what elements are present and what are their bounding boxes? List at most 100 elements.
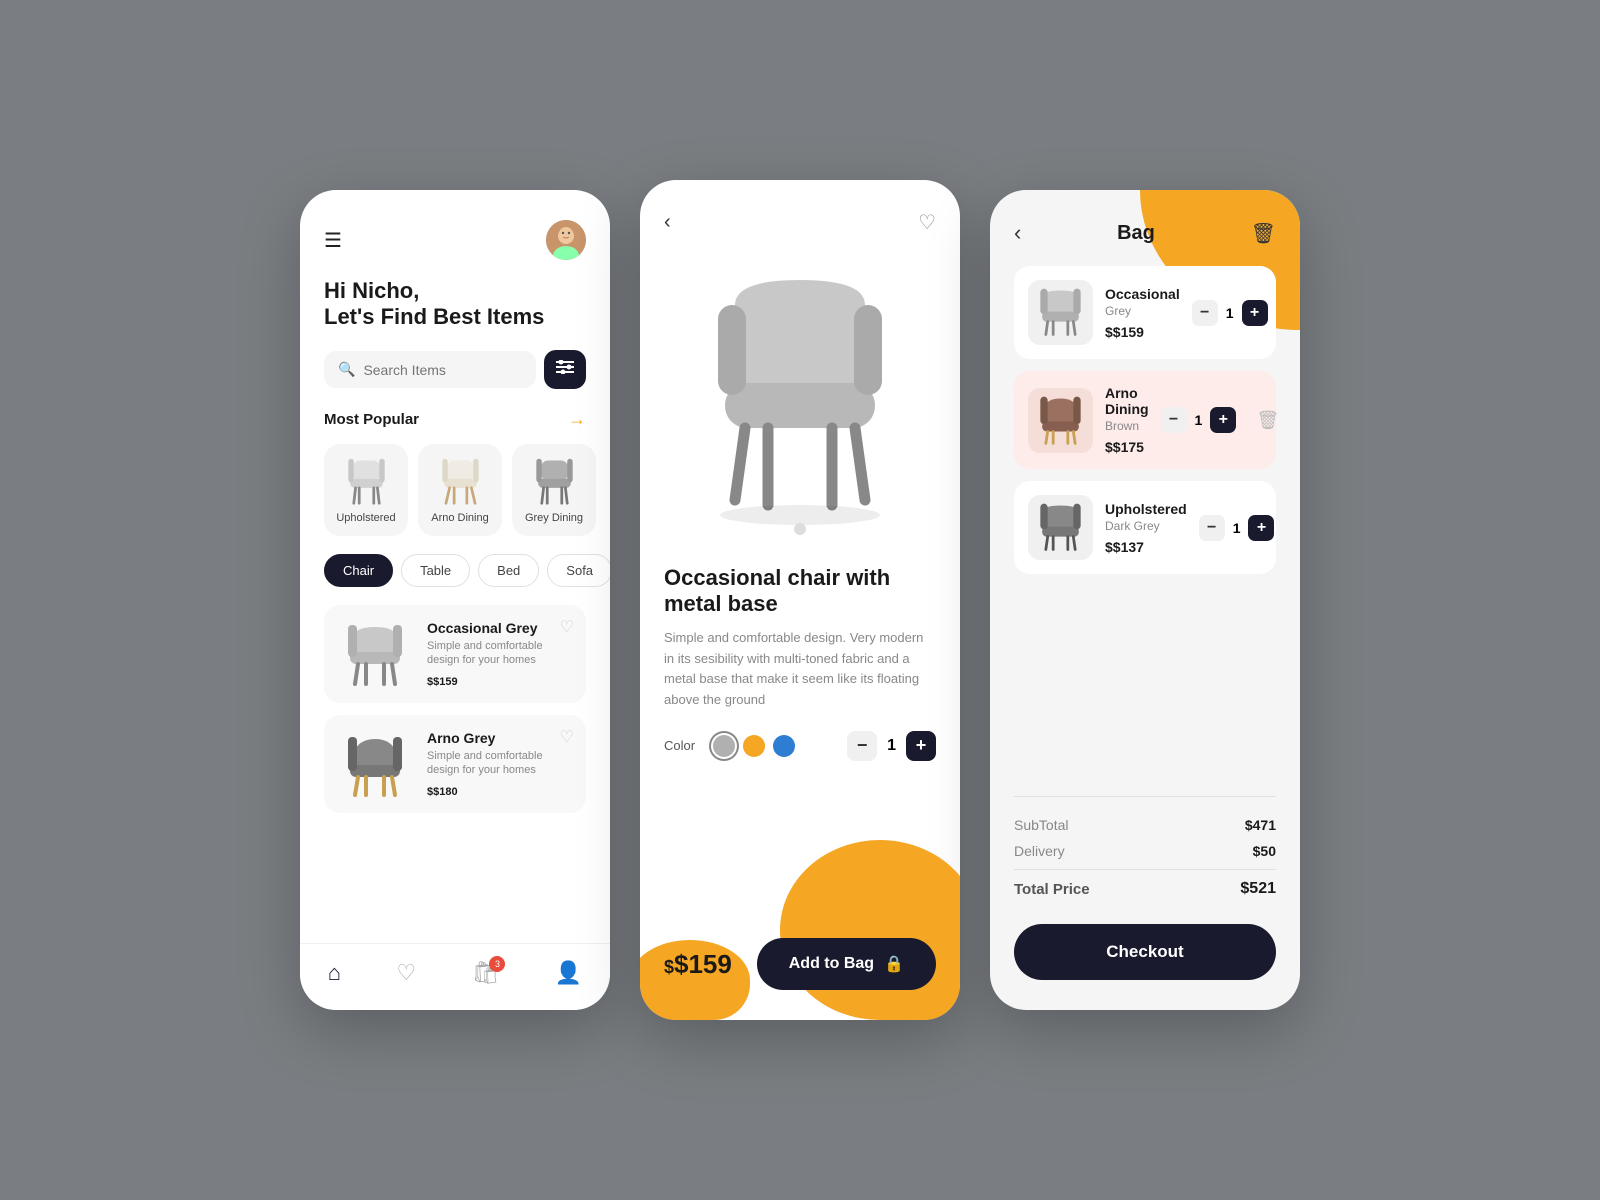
color-swatch-yellow[interactable]: [743, 735, 765, 757]
bag-items-list: Occasional Grey $$159 − 1 +: [1014, 266, 1276, 574]
bag-decrease[interactable]: −: [1161, 407, 1187, 433]
home-icon: ⌂: [328, 960, 341, 986]
home-header: ☰: [324, 220, 586, 260]
tab-sofa[interactable]: Sofa: [547, 554, 610, 587]
tab-table[interactable]: Table: [401, 554, 470, 587]
color-swatch-blue[interactable]: [773, 735, 795, 757]
bag-badge: 3: [489, 956, 505, 972]
nav-profile[interactable]: 👤: [555, 960, 582, 986]
greeting: Hi Nicho, Let's Find Best Items: [324, 278, 586, 330]
profile-icon: 👤: [555, 960, 582, 986]
popular-card-image: [336, 456, 396, 506]
color-qty-row: Color − 1 +: [664, 731, 936, 761]
quantity-increase[interactable]: +: [906, 731, 936, 761]
tab-bed[interactable]: Bed: [478, 554, 539, 587]
bag-item-info: Upholstered Dark Grey $$137: [1105, 501, 1187, 555]
product-price: $$159: [427, 672, 572, 688]
search-bar: 🔍: [324, 350, 586, 389]
category-tabs: Chair Table Bed Sofa: [324, 554, 586, 587]
delivery-label: Delivery: [1014, 843, 1065, 859]
back-button[interactable]: ‹: [1014, 220, 1021, 246]
menu-icon[interactable]: ☰: [324, 228, 342, 253]
bag-header: ‹ Bag 🗑: [1014, 220, 1276, 246]
add-to-bag-label: Add to Bag: [789, 955, 874, 973]
product-footer: $$159 Add to Bag 🔒: [664, 918, 936, 1020]
greeting-name: Hi Nicho,: [324, 278, 586, 304]
bag-item-arno: Arno Dining Brown $$175 − 1 + 🗑: [1014, 371, 1276, 469]
bag-delete-button[interactable]: 🗑: [1256, 410, 1279, 431]
bag-item-image: [1028, 388, 1093, 453]
bag-item-info: Occasional Grey $$159: [1105, 286, 1180, 340]
bag-quantity-control: − 1 +: [1161, 407, 1237, 433]
total-value: $521: [1240, 880, 1276, 898]
quantity-control: − 1 +: [847, 731, 936, 761]
quantity-decrease[interactable]: −: [847, 731, 877, 761]
product-name: Occasional Grey: [427, 620, 572, 636]
bag-item-price: $$159: [1105, 324, 1180, 340]
total-row: Total Price $521: [1014, 880, 1276, 898]
nav-wishlist[interactable]: ♡: [396, 960, 416, 986]
bag-quantity: 1: [1233, 520, 1241, 536]
bag-quantity-control: − 1 +: [1199, 515, 1275, 541]
bag-increase[interactable]: +: [1210, 407, 1236, 433]
detail-header: ‹ ♡: [664, 210, 936, 235]
bag-item-name: Arno Dining: [1105, 385, 1149, 417]
color-swatches: [713, 735, 795, 757]
bag-increase[interactable]: +: [1242, 300, 1268, 326]
bag-decrease[interactable]: −: [1192, 300, 1218, 326]
search-input[interactable]: [363, 362, 522, 378]
subtotal-value: $471: [1245, 817, 1276, 833]
heart-icon: ♡: [396, 960, 416, 986]
bag-decrease[interactable]: −: [1199, 515, 1225, 541]
wishlist-button[interactable]: ♡: [918, 210, 936, 235]
filter-button[interactable]: [544, 350, 586, 389]
search-input-wrap[interactable]: 🔍: [324, 351, 536, 388]
quantity-value: 1: [887, 737, 896, 755]
nav-bag[interactable]: 🛍 3: [472, 960, 500, 986]
bag-item-color: Brown: [1105, 419, 1149, 433]
product-title: Occasional chair with metal base: [664, 565, 936, 618]
delivery-value: $50: [1253, 843, 1276, 859]
bag-item-color: Grey: [1105, 304, 1180, 318]
add-to-bag-button[interactable]: Add to Bag 🔒: [757, 938, 936, 990]
subtotal-label: SubTotal: [1014, 817, 1068, 833]
product-info: Arno Grey Simple and comfortable design …: [427, 730, 572, 799]
product-image: [338, 729, 413, 799]
total-label: Total Price: [1014, 881, 1090, 898]
product-card-arno[interactable]: Arno Grey Simple and comfortable design …: [324, 715, 586, 813]
product-description: Simple and comfortable design. Very mode…: [664, 628, 936, 711]
popular-card-grey[interactable]: Grey Dining: [512, 444, 596, 536]
popular-arrow[interactable]: →: [568, 409, 586, 430]
popular-card-label: Arno Dining: [431, 512, 488, 524]
product-card-occasional[interactable]: Occasional Grey Simple and comfortable d…: [324, 605, 586, 703]
popular-cards: Upholstered Arno Dining: [324, 444, 586, 536]
popular-card-upholstered[interactable]: Upholstered: [324, 444, 408, 536]
wishlist-button[interactable]: ♡: [560, 617, 574, 637]
tab-chair[interactable]: Chair: [324, 554, 393, 587]
wishlist-button[interactable]: ♡: [560, 727, 574, 747]
nav-home[interactable]: ⌂: [328, 960, 341, 986]
back-button[interactable]: ‹: [664, 211, 671, 234]
bag-item-upholstered: Upholstered Dark Grey $$137 − 1 +: [1014, 481, 1276, 574]
bag-item-price: $$137: [1105, 539, 1187, 555]
product-image: [338, 619, 413, 689]
avatar[interactable]: [546, 220, 586, 260]
product-info: Occasional Grey Simple and comfortable d…: [427, 620, 572, 689]
carousel-dot: [794, 523, 806, 535]
screen-home: ☰ Hi Nicho, Let's Find Best Items 🔍: [300, 190, 610, 1010]
bag-item-occasional: Occasional Grey $$159 − 1 +: [1014, 266, 1276, 359]
popular-card-label: Grey Dining: [525, 512, 583, 524]
checkout-button[interactable]: Checkout: [1014, 924, 1276, 980]
greeting-sub: Let's Find Best Items: [324, 304, 586, 330]
product-hero: [664, 235, 936, 555]
delete-all-button[interactable]: 🗑: [1251, 221, 1276, 246]
bag-quantity-control: − 1 +: [1192, 300, 1268, 326]
popular-card-arno[interactable]: Arno Dining: [418, 444, 502, 536]
bag-item-name: Occasional: [1105, 286, 1180, 302]
bag-quantity: 1: [1226, 305, 1234, 321]
color-swatch-grey[interactable]: [713, 735, 735, 757]
bag-quantity: 1: [1195, 412, 1203, 428]
popular-card-image: [524, 456, 584, 506]
bag-item-image: [1028, 280, 1093, 345]
bag-increase[interactable]: +: [1248, 515, 1274, 541]
